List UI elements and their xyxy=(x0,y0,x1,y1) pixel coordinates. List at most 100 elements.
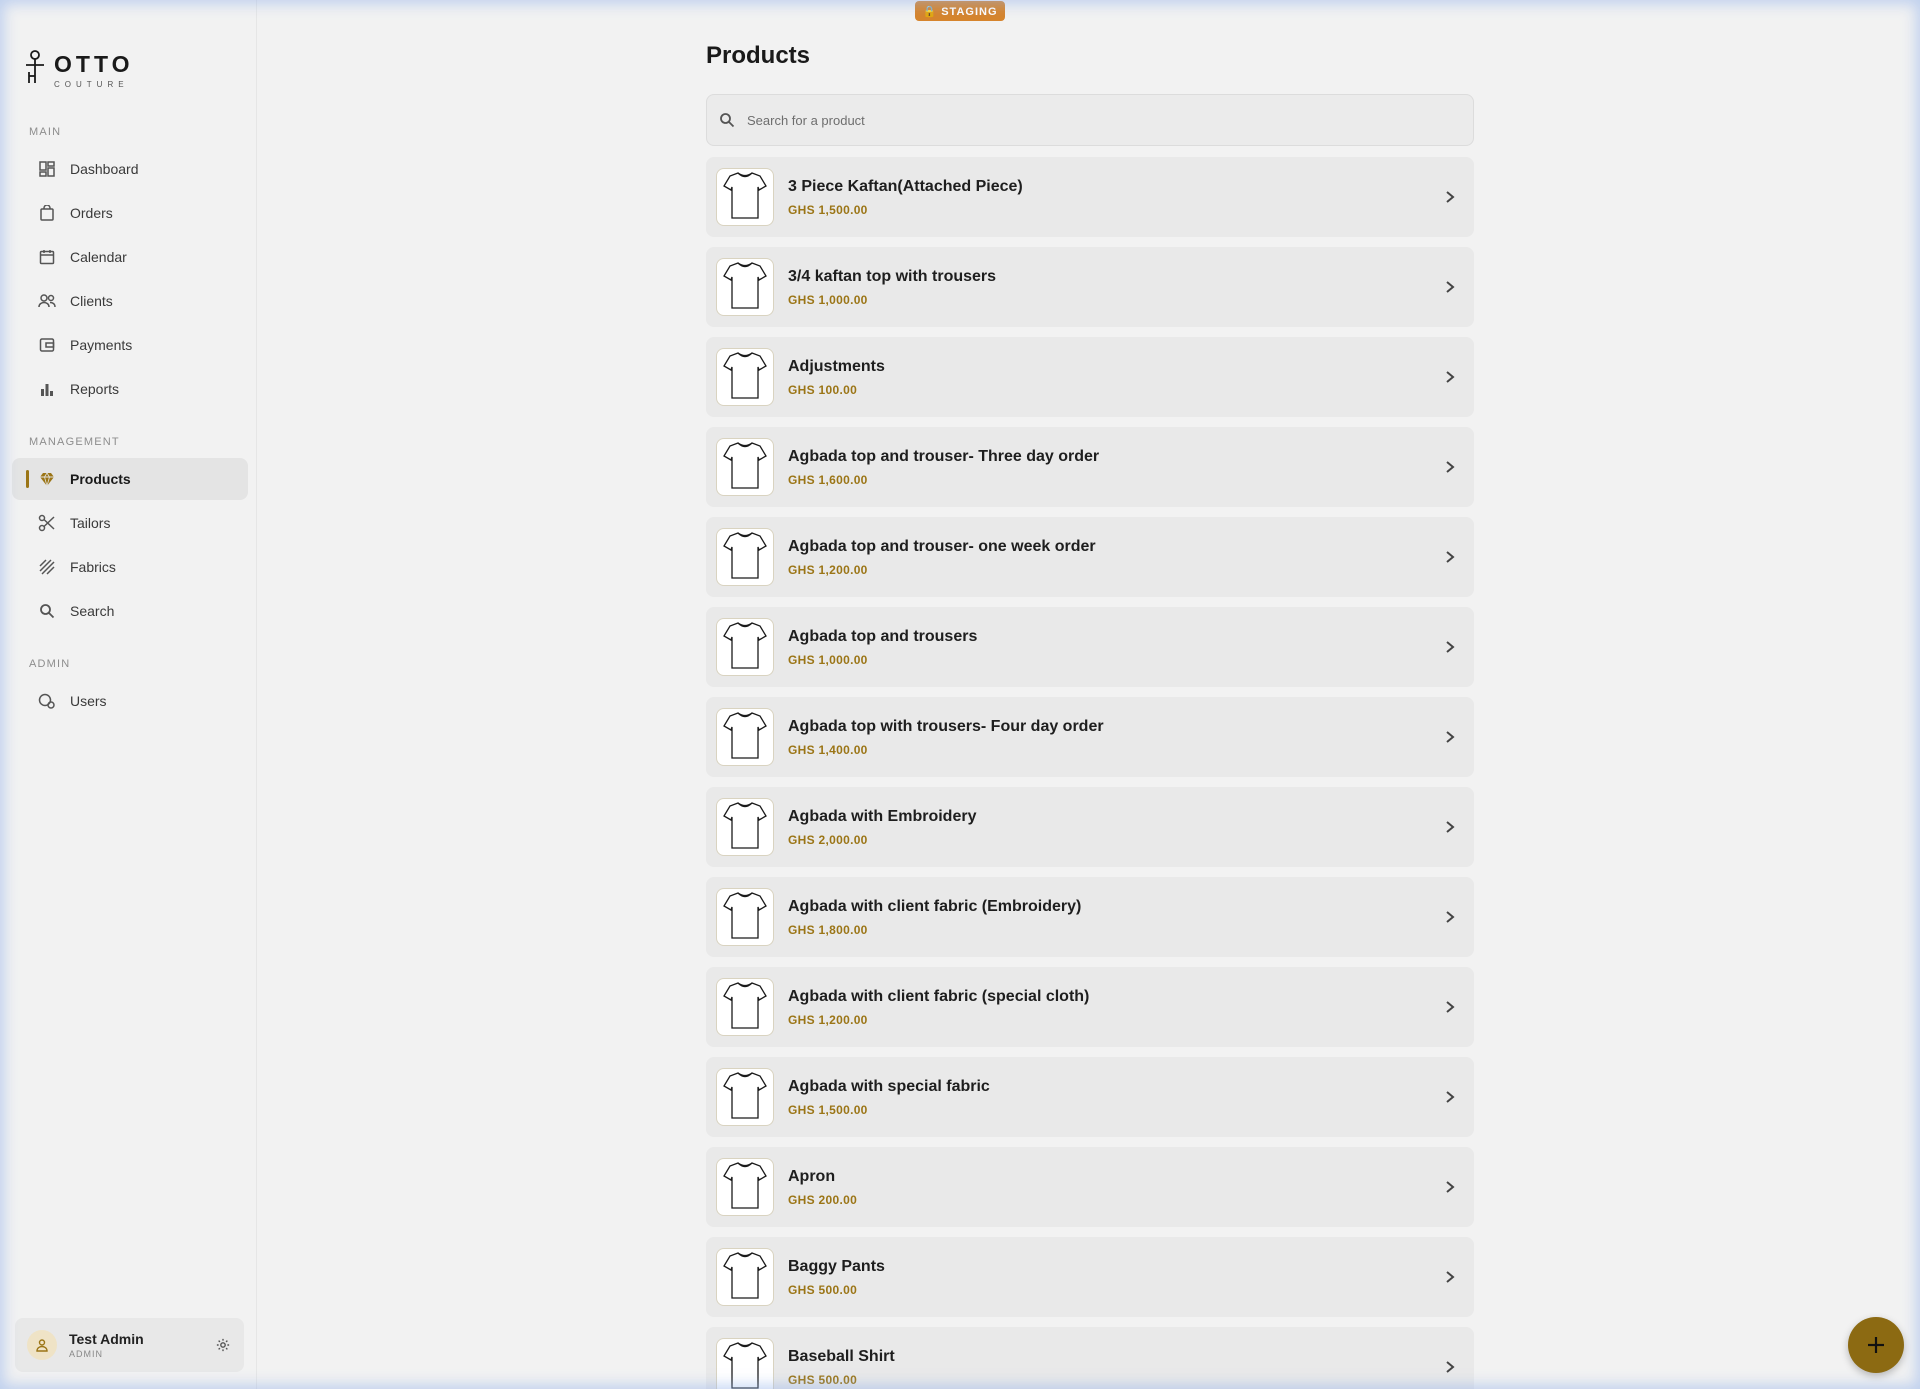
wallet-icon xyxy=(38,336,56,354)
product-row[interactable]: Baseball Shirt GHS 500.00 xyxy=(706,1327,1474,1389)
chevron-right-icon xyxy=(1440,457,1460,477)
texture-icon xyxy=(38,558,56,576)
product-row[interactable]: Agbada top and trouser- one week order GH… xyxy=(706,517,1474,597)
sidebar-item-clients[interactable]: Clients xyxy=(12,280,248,322)
product-thumbnail xyxy=(716,168,774,226)
product-row[interactable]: Agbada top and trouser- Three day order G… xyxy=(706,427,1474,507)
product-thumbnail xyxy=(716,528,774,586)
user-role: ADMIN xyxy=(69,1349,103,1359)
product-thumbnail xyxy=(716,258,774,316)
sidebar-item-label: Tailors xyxy=(70,515,111,531)
add-product-button[interactable] xyxy=(1848,1317,1904,1373)
product-thumbnail xyxy=(716,1248,774,1306)
product-name: 3 Piece Kaftan(Attached Piece) xyxy=(788,177,1023,195)
dashboard-icon xyxy=(38,160,56,178)
product-price: GHS 1,400.00 xyxy=(788,742,868,757)
sidebar-item-dashboard[interactable]: Dashboard xyxy=(12,148,248,190)
product-thumbnail xyxy=(716,618,774,676)
product-price: GHS 1,000.00 xyxy=(788,292,868,307)
product-price: GHS 500.00 xyxy=(788,1372,858,1387)
sidebar-item-payments[interactable]: Payments xyxy=(12,324,248,366)
shopping-bag-icon xyxy=(38,204,56,222)
product-row[interactable]: Agbada top with trousers- Four day order… xyxy=(706,697,1474,777)
shirt-icon xyxy=(722,350,768,405)
chevron-right-icon xyxy=(1440,1087,1460,1107)
sidebar-item-calendar[interactable]: Calendar xyxy=(12,236,248,278)
sidebar-item-label: Products xyxy=(70,471,131,487)
product-row[interactable]: Agbada with client fabric (Embroidery) GH… xyxy=(706,877,1474,957)
brand-logo[interactable]: OTTO COUTURE xyxy=(24,50,133,89)
shirt-icon xyxy=(722,530,768,585)
product-thumbnail xyxy=(716,708,774,766)
product-row[interactable]: Adjustments GHS 100.00 xyxy=(706,337,1474,417)
search-icon xyxy=(38,602,56,620)
scissors-icon xyxy=(38,514,56,532)
sidebar-item-products[interactable]: Products xyxy=(12,458,248,500)
product-price: GHS 1,600.00 xyxy=(788,472,868,487)
diamond-icon xyxy=(38,470,56,488)
product-row[interactable]: Agbada with Embroidery GHS 2,000.00 xyxy=(706,787,1474,867)
sidebar-item-orders[interactable]: Orders xyxy=(12,192,248,234)
sidebar-item-label: Reports xyxy=(70,381,120,397)
sidebar-item-label: Orders xyxy=(70,205,113,221)
search-icon xyxy=(719,112,735,128)
user-name: Test Admin xyxy=(69,1331,144,1347)
product-price: GHS 100.00 xyxy=(788,382,858,397)
sidebar-item-reports[interactable]: Reports xyxy=(12,368,248,410)
product-name: Agbada top and trouser- Three day order xyxy=(788,447,1100,465)
chevron-right-icon xyxy=(1440,1357,1460,1377)
product-name: Agbada with special fabric xyxy=(788,1077,990,1095)
shirt-icon xyxy=(722,1160,768,1215)
product-thumbnail xyxy=(716,1158,774,1216)
product-price: GHS 1,800.00 xyxy=(788,922,868,937)
product-thumbnail xyxy=(716,438,774,496)
shirt-icon xyxy=(722,980,768,1035)
search-input[interactable] xyxy=(747,112,1473,128)
product-name: Agbada with client fabric (Embroidery) xyxy=(788,897,1082,915)
sidebar-item-label: Payments xyxy=(70,337,133,353)
product-price: GHS 1,500.00 xyxy=(788,1102,868,1117)
product-name: Agbada top and trouser- one week order xyxy=(788,537,1096,555)
product-name: Agbada with client fabric (special cloth… xyxy=(788,987,1090,1005)
chevron-right-icon xyxy=(1440,997,1460,1017)
sidebar-item-tailors[interactable]: Tailors xyxy=(12,502,248,544)
product-price: GHS 1,000.00 xyxy=(788,652,868,667)
shirt-icon xyxy=(722,1070,768,1125)
sidebar-item-label: Fabrics xyxy=(70,559,116,575)
section-label-admin: ADMIN xyxy=(29,658,71,670)
shirt-icon xyxy=(722,1250,768,1305)
shirt-icon xyxy=(722,800,768,855)
shirt-icon xyxy=(722,170,768,225)
shirt-icon xyxy=(722,260,768,315)
product-thumbnail xyxy=(716,798,774,856)
shirt-icon xyxy=(722,710,768,765)
section-label-management: MANAGEMENT xyxy=(29,436,120,448)
product-price: GHS 1,200.00 xyxy=(788,562,868,577)
product-row[interactable]: 3 Piece Kaftan(Attached Piece) GHS 1,500.… xyxy=(706,157,1474,237)
product-price: GHS 1,500.00 xyxy=(788,202,868,217)
product-thumbnail xyxy=(716,978,774,1036)
product-row[interactable]: Agbada top and trousers GHS 1,000.00 xyxy=(706,607,1474,687)
sidebar-item-users[interactable]: Users xyxy=(12,680,248,722)
product-name: Agbada top and trousers xyxy=(788,627,978,645)
product-name: 3/4 kaftan top with trousers xyxy=(788,267,997,285)
product-list: 3 Piece Kaftan(Attached Piece) GHS 1,500.… xyxy=(706,157,1474,1389)
product-name: Apron xyxy=(788,1167,836,1185)
chevron-right-icon xyxy=(1440,637,1460,657)
product-row[interactable]: Apron GHS 200.00 xyxy=(706,1147,1474,1227)
gear-icon xyxy=(216,1338,230,1352)
user-profile-card[interactable]: Test Admin ADMIN xyxy=(15,1318,244,1372)
chevron-right-icon xyxy=(1440,727,1460,747)
product-row[interactable]: 3/4 kaftan top with trousers GHS 1,000.00 xyxy=(706,247,1474,327)
sidebar: OTTO COUTURE MAIN Dashboard Orders Calen… xyxy=(0,0,257,1389)
sidebar-item-search[interactable]: Search xyxy=(12,590,248,632)
product-search[interactable] xyxy=(706,94,1474,146)
brand-tagline: COUTURE xyxy=(54,80,129,89)
product-row[interactable]: Baggy Pants GHS 500.00 xyxy=(706,1237,1474,1317)
product-row[interactable]: Agbada with client fabric (special cloth… xyxy=(706,967,1474,1047)
sidebar-item-fabrics[interactable]: Fabrics xyxy=(12,546,248,588)
shirt-icon xyxy=(722,620,768,675)
product-row[interactable]: Agbada with special fabric GHS 1,500.00 xyxy=(706,1057,1474,1137)
settings-gear-button[interactable] xyxy=(216,1338,230,1352)
product-price: GHS 1,200.00 xyxy=(788,1012,868,1027)
